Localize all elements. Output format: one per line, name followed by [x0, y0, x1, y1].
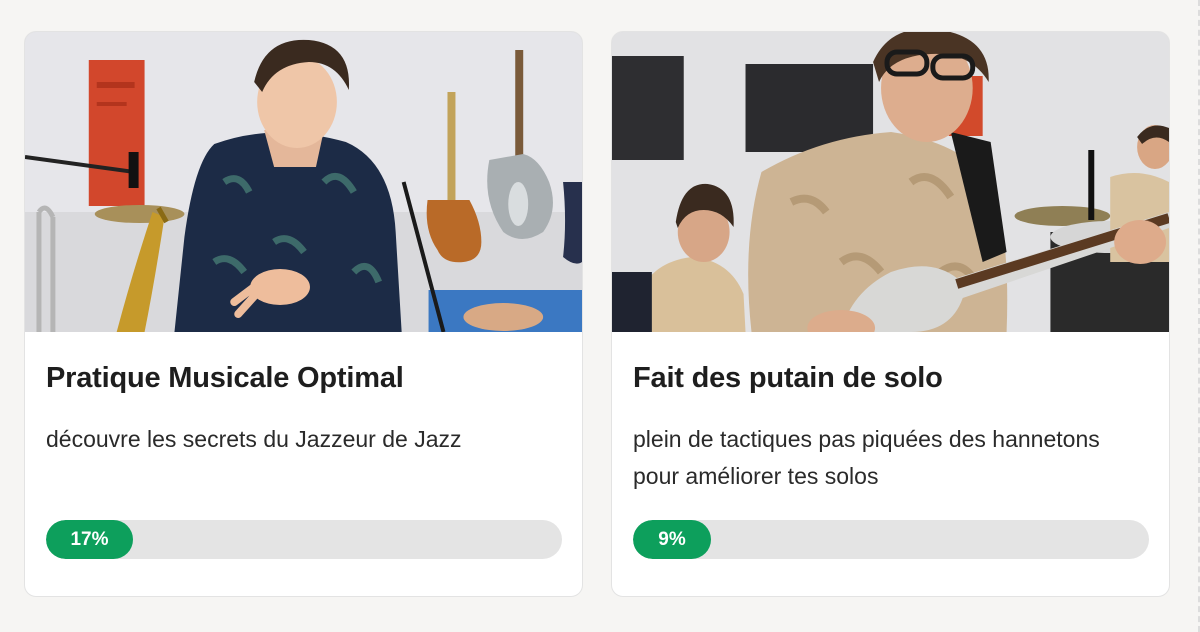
course-description: plein de tactiques pas piquées des hanne… — [633, 426, 1100, 489]
course-grid: Pratique Musicale Optimal découvre les s… — [24, 31, 1170, 597]
course-title[interactable]: Pratique Musicale Optimal — [46, 362, 404, 395]
course-progress-label: 17% — [70, 528, 109, 550]
course-description: découvre les secrets du Jazzeur de Jazz — [46, 426, 462, 452]
course-progress-fill: 17% — [46, 520, 133, 559]
course-thumbnail[interactable] — [25, 32, 582, 332]
thumbnail-illustration — [25, 32, 582, 332]
course-card[interactable]: Pratique Musicale Optimal découvre les s… — [24, 31, 583, 597]
course-progress-label: 9% — [658, 528, 686, 550]
course-progress-fill: 9% — [633, 520, 711, 559]
course-thumbnail[interactable] — [612, 32, 1169, 332]
course-card[interactable]: Fait des putain de solo plein de tactiqu… — [611, 31, 1170, 597]
thumbnail-illustration — [612, 32, 1169, 332]
course-title[interactable]: Fait des putain de solo — [633, 362, 943, 395]
course-progress-bar: 9% — [633, 520, 1149, 559]
course-progress-bar: 17% — [46, 520, 562, 559]
